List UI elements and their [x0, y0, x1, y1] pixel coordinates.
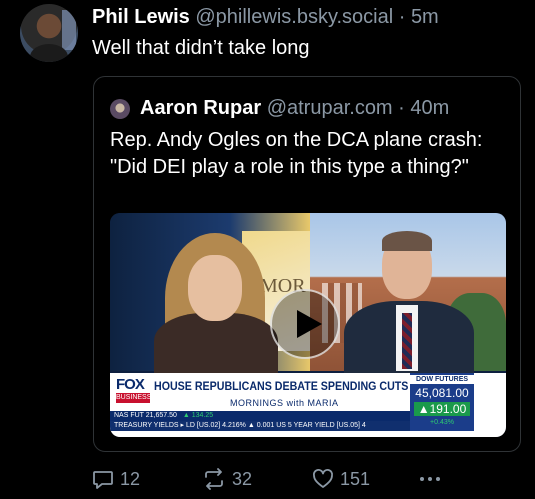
repost-icon [205, 468, 223, 490]
logo-business-text: BUSINESS [116, 393, 152, 403]
quoted-author-handle[interactable]: @atrupar.com [267, 97, 393, 119]
guest-tie [402, 313, 412, 369]
more-icon [420, 477, 440, 481]
reply-button[interactable]: 12 [92, 466, 140, 492]
guest-hair [382, 231, 432, 251]
quoted-post-text: Rep. Andy Ogles on the DCA plane crash: … [110, 129, 483, 178]
repost-button[interactable]: 32 [202, 466, 252, 492]
reply-count: 12 [120, 468, 141, 489]
dow-label: DOW FUTURES [410, 375, 474, 384]
show-logo: MORNINGS with MARIA [230, 398, 339, 408]
quoted-meta-separator: · [392, 97, 411, 119]
play-icon [297, 310, 322, 338]
dow-futures-box: DOW FUTURES 45,081.00 ▲191.00 +0.43% [410, 373, 474, 431]
author-handle[interactable]: @phillewis.bsky.social [195, 6, 393, 28]
post-actions: 12 32 151 [92, 466, 532, 492]
ticker-nas-fut: NAS FUT 21,657.50 [114, 412, 177, 419]
post-header: Phil Lewis @phillewis.bsky.social · 5m [92, 6, 439, 29]
quoted-post-time[interactable]: 40m [410, 97, 449, 119]
meta-separator: · [393, 6, 411, 28]
like-count: 151 [340, 468, 371, 489]
quoted-post-card[interactable]: Aaron Rupar @atrupar.com · 40m Rep. Andy… [93, 76, 521, 452]
dow-percent: +0.43% [430, 419, 454, 426]
repost-count: 32 [232, 468, 253, 489]
anchor-face [188, 255, 242, 321]
video-player[interactable]: MOR FOX BUSINESS HOUSE REPUBLICANS DEBAT… [110, 213, 506, 437]
author-name[interactable]: Phil Lewis [92, 6, 190, 28]
network-logo: FOX BUSINESS [116, 376, 152, 403]
news-lower-third: FOX BUSINESS HOUSE REPUBLICANS DEBATE SP… [110, 373, 506, 437]
play-button[interactable] [270, 289, 340, 359]
news-headline: HOUSE REPUBLICANS DEBATE SPENDING CUTS [154, 379, 409, 393]
ticker-nas-change: ▲ 134.25 [182, 412, 214, 419]
like-button[interactable]: 151 [312, 466, 370, 492]
quoted-avatar[interactable] [110, 99, 130, 119]
quoted-author-name[interactable]: Aaron Rupar [140, 97, 261, 119]
logo-fox-text: FOX [116, 376, 145, 393]
avatar-background [62, 10, 76, 50]
dow-value: 45,081.00 [415, 386, 469, 400]
treasury-ticker: TREASURY YIELDS ▸ LD [US.02] 4.216% ▲ 0.… [110, 421, 410, 431]
more-options-button[interactable] [418, 466, 442, 492]
ticker-treasury: TREASURY YIELDS ▸ LD [US.02] 4.216% ▲ 0.… [114, 422, 366, 429]
post-time[interactable]: 5m [411, 6, 439, 28]
post-text: Well that didn’t take long [92, 37, 310, 59]
quoted-post-header: Aaron Rupar @atrupar.com · 40m [140, 97, 449, 120]
reply-icon [93, 471, 113, 489]
heart-icon [313, 469, 333, 488]
market-ticker: NAS FUT 21,657.50 ▲ 134.25 [110, 411, 410, 421]
dow-change: ▲191.00 [414, 402, 470, 416]
avatar-phil-lewis[interactable] [20, 4, 78, 62]
